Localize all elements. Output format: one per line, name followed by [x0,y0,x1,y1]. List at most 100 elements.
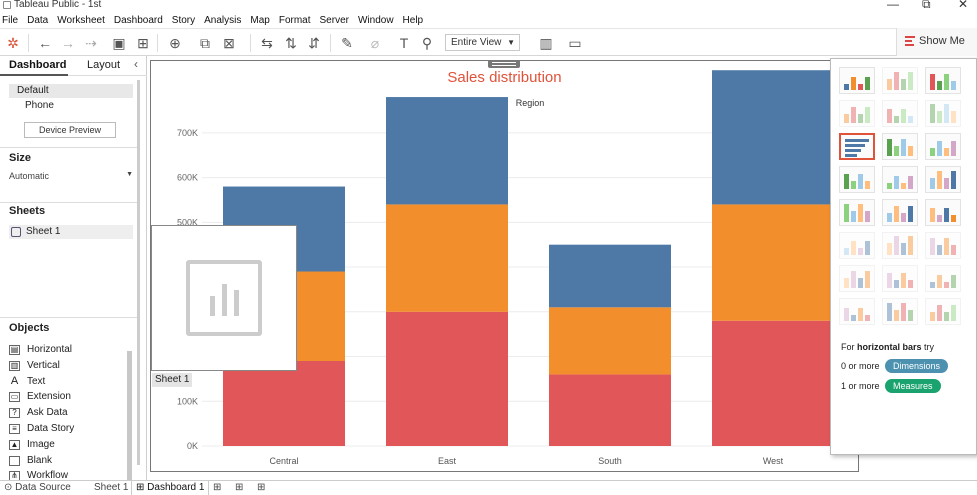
chart-type-option[interactable] [925,166,961,193]
tableau-home-icon[interactable]: ✲ [4,34,22,52]
menu-worksheet[interactable]: Worksheet [57,15,105,26]
chart-type-option[interactable] [882,100,918,127]
bar-segment[interactable] [712,204,834,321]
sheet-drag-preview[interactable] [151,225,297,371]
menu-dashboard[interactable]: Dashboard [114,15,163,26]
bar-segment[interactable] [386,204,508,312]
chart-type-option[interactable] [882,67,918,94]
show-me-hint: For horizontal bars try [841,342,934,352]
undo-icon[interactable]: ← [36,34,54,52]
menu-help[interactable]: Help [403,15,424,26]
chart-type-option[interactable] [925,100,961,127]
close-icon[interactable]: ✕ [958,0,968,11]
duplicate-sheet-icon[interactable]: ⧉ [196,34,214,52]
side-panel-scrollbar[interactable] [137,80,140,465]
tab-data-source[interactable]: ⊙ Data Source [4,481,71,495]
sort-ascending-icon[interactable]: ⇅ [282,34,300,52]
device-default[interactable]: Default [9,84,133,98]
highlight-icon[interactable]: ✎ [338,34,356,52]
show-me-button[interactable]: Show Me [896,28,977,56]
menu-story[interactable]: Story [172,15,195,26]
chart-type-option[interactable] [925,298,961,325]
redo-icon[interactable]: → [59,34,77,52]
object-image[interactable]: ▲ Image [9,437,124,453]
new-dashboard-tab-icon[interactable]: ⊞ [235,481,243,495]
new-worksheet-tab-icon[interactable]: ⊞ [213,481,221,495]
minimize-icon[interactable]: — [887,0,899,11]
chart-type-option[interactable] [925,265,961,292]
chart-type-option[interactable] [839,133,875,160]
chart-type-thumbnail-mark [894,176,899,189]
bar-segment[interactable] [549,307,671,375]
bar-segment[interactable] [712,70,834,205]
new-story-tab-icon[interactable]: ⊞ [257,481,265,495]
tab-layout[interactable]: Layout [87,59,120,71]
presentation-mode-icon[interactable]: ▭ [566,34,584,52]
object-blank[interactable]: Blank [9,453,124,469]
bar-segment[interactable] [549,244,671,308]
chart-type-option[interactable] [839,67,875,94]
object-data-story[interactable]: ≡ Data Story [9,421,124,437]
restore-icon[interactable]: ⧉ [922,0,931,12]
chart-type-option[interactable] [839,166,875,193]
menu-server[interactable]: Server [320,15,349,26]
sort-descending-icon[interactable]: ⇵ [305,34,323,52]
object-extension[interactable]: ▭ Extension [9,389,124,405]
object-ask-data[interactable]: ? Ask Data [9,405,124,421]
new-data-source-icon[interactable]: ⊞ [134,34,152,52]
object-horizontal[interactable]: ▤ Horizontal [9,342,124,358]
tab-dashboard[interactable]: Dashboard [9,59,66,71]
device-phone[interactable]: Phone [25,100,54,111]
clear-sheet-icon[interactable]: ⊠ [220,34,238,52]
menu-analysis[interactable]: Analysis [204,15,241,26]
chart-type-option[interactable] [839,265,875,292]
chart-type-option[interactable] [882,232,918,259]
replay-icon[interactable]: ⇢ [82,34,100,52]
chart-type-option[interactable] [925,232,961,259]
worksheet-icon [11,227,21,237]
menu-data[interactable]: Data [27,15,48,26]
bar-segment[interactable] [386,311,508,446]
objects-scrollbar[interactable] [127,351,132,495]
tab-sheet-1[interactable]: Sheet 1 [94,481,128,495]
chart-type-option[interactable] [839,100,875,127]
device-preview-button[interactable]: Device Preview [24,122,116,138]
chart-type-option[interactable] [839,232,875,259]
size-dropdown[interactable]: Automatic ▼ [9,171,133,181]
chart-type-option[interactable] [882,265,918,292]
menu-format[interactable]: Format [279,15,311,26]
show-mark-labels-icon[interactable]: T [395,34,413,52]
swap-rows-columns-icon[interactable]: ⇆ [258,34,276,52]
collapse-panel-icon[interactable]: ‹ [134,57,138,71]
new-worksheet-icon[interactable]: ⊕ [166,34,184,52]
chart-type-thumbnail-mark [865,211,870,222]
bar-segment[interactable] [712,320,834,446]
menu-map[interactable]: Map [250,15,269,26]
sheet-list-item[interactable]: Sheet 1 [9,225,133,239]
chart-type-option[interactable] [839,199,875,226]
chart-type-option[interactable] [839,298,875,325]
show-cards-icon[interactable]: ▥ [537,34,555,52]
tab-dashboard-1[interactable]: ⊞ Dashboard 1 [131,481,210,495]
chart-type-option[interactable] [925,133,961,160]
group-icon[interactable]: ⌀ [366,34,384,52]
chart-type-thumbnail-mark [937,111,942,123]
chart-type-option[interactable] [925,67,961,94]
bar-segment[interactable] [386,97,508,205]
menu-file[interactable]: File [2,15,18,26]
fix-axes-icon[interactable]: ⚲ [418,34,436,52]
save-icon[interactable]: ▣ [110,34,128,52]
object-vertical[interactable]: ▥ Vertical [9,358,124,374]
fit-dropdown[interactable]: Entire View ▼ [445,34,520,51]
chart-type-option[interactable] [925,199,961,226]
chart-type-option[interactable] [882,166,918,193]
chart-type-option[interactable] [882,298,918,325]
menu-window[interactable]: Window [358,15,394,26]
chart-type-option[interactable] [882,133,918,160]
chart-type-option[interactable] [882,199,918,226]
bar-segment[interactable] [223,361,345,446]
chart-type-thumbnail-mark [845,154,857,157]
show-me-icon [905,36,915,46]
bar-segment[interactable] [549,374,671,446]
object-text[interactable]: A Text [9,374,124,390]
